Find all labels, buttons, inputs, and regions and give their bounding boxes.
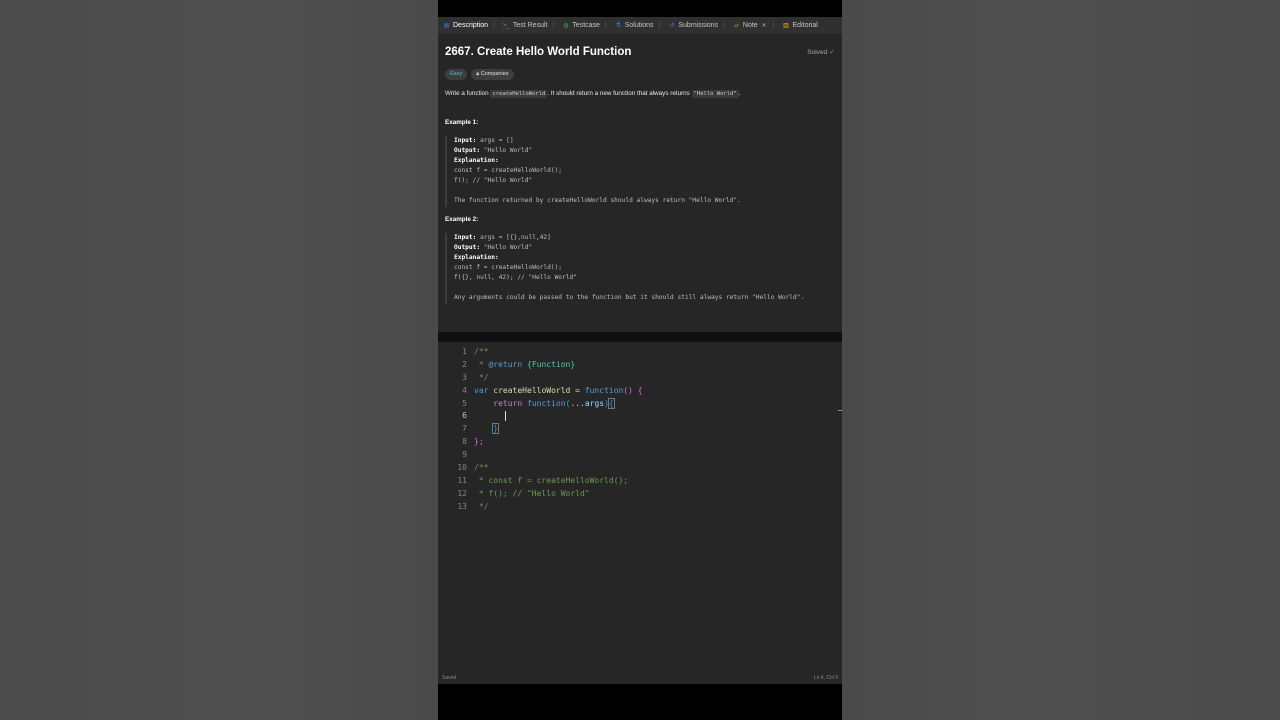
book-icon: ▥: [783, 23, 789, 29]
line-number-gutter: 1 2 3 4 5 6 7 8 9 10 11 12 13: [438, 346, 467, 514]
example-explanation-label: Explanation:: [454, 157, 499, 165]
tab-label: Submissions: [678, 22, 719, 29]
title-row: 2667. Create Hello World Function Solved…: [445, 46, 835, 58]
companies-label: Companies: [480, 71, 509, 77]
description-panel: 2667. Create Hello World Function Solved…: [438, 34, 842, 332]
history-icon: ↺: [669, 23, 675, 29]
example-note: The function returned by createHelloWorl…: [454, 197, 741, 205]
solved-status: Solved ✓: [807, 48, 835, 57]
tab-separator: |: [604, 22, 607, 29]
example-output: Output: "Hello World": [454, 244, 533, 252]
example-code-line: const f = createHelloWorld();: [454, 264, 563, 272]
tab-label: Description: [453, 22, 489, 29]
cursor-position: Ln 6, Col 9: [813, 675, 838, 681]
code-line[interactable]: */: [474, 501, 834, 514]
example-title: Example 1:: [445, 119, 479, 126]
flask-icon: ⚗: [615, 23, 621, 29]
badge-row: Easy 🔒︎ Companies: [445, 69, 514, 80]
tab-separator: |: [493, 22, 495, 29]
tab-label: Testcase: [572, 22, 600, 29]
line-number: 8: [462, 437, 467, 447]
note-icon: ▱: [734, 23, 739, 29]
example-note: Any arguments could be passed to the fun…: [454, 294, 805, 302]
tab-separator: |: [723, 22, 725, 29]
inline-code: createHelloWorld: [490, 90, 548, 98]
code-line[interactable]: return function(...args){: [474, 397, 834, 411]
line-number: 4: [462, 385, 467, 395]
code-line[interactable]: */: [474, 372, 834, 385]
line-number: 1: [462, 347, 467, 356]
line-number: 7: [462, 424, 467, 434]
statement-text: Write a function: [445, 90, 491, 97]
statement-text: .: [738, 90, 741, 97]
example-input: Input: args = [{},null,42]: [454, 234, 551, 241]
tab-submissions[interactable]: ↺ Submissions |: [668, 22, 725, 29]
tab-label: Test Result: [512, 22, 548, 29]
tab-separator: |: [658, 22, 661, 29]
tab-testcase[interactable]: ◍ Testcase |: [562, 22, 607, 29]
tab-bar: ▤ Description | >_ Test Result | ◍ Testc…: [438, 17, 842, 34]
line-number-current: 6: [462, 411, 467, 421]
line-number: 5: [462, 398, 467, 408]
example-code-line: f({}, null, 42); // "Hello World": [454, 274, 577, 282]
check-circle-icon: ◍: [563, 23, 569, 29]
statement-text: . It should return a new function that a…: [547, 90, 692, 97]
line-number: 12: [457, 488, 467, 498]
example-code-line: const f = createHelloWorld();: [454, 167, 563, 175]
example-title: Example 2:: [445, 216, 479, 223]
tab-label: Editorial: [792, 22, 818, 29]
difficulty-badge: Easy: [445, 69, 468, 80]
code-line[interactable]: * f(); // "Hello World": [474, 488, 834, 501]
check-circle-icon: ✓: [829, 49, 835, 56]
code-line[interactable]: var createHelloWorld = function() {: [474, 385, 834, 398]
tab-label: Note: [742, 22, 758, 29]
example-code-line: f(); // "Hello World": [454, 177, 533, 185]
line-number: 2: [462, 359, 467, 369]
scrollbar-marker[interactable]: [838, 410, 842, 411]
terminal-icon: >_: [502, 22, 510, 29]
problem-title[interactable]: 2667. Create Hello World Function: [445, 46, 631, 58]
code-line[interactable]: /**: [474, 462, 834, 475]
panel-resize-handle[interactable]: [438, 332, 842, 342]
close-icon[interactable]: ✕: [761, 22, 768, 29]
text-cursor: [505, 410, 507, 421]
code-lines[interactable]: /** * @return {Function} */ var createHe…: [474, 346, 834, 514]
solved-label: Solved: [807, 48, 828, 56]
code-line[interactable]: }: [474, 423, 834, 436]
code-line[interactable]: * const f = createHelloWorld();: [474, 475, 834, 488]
line-number: 10: [457, 463, 467, 473]
editor-status-bar: Saved Ln 6, Col 9: [438, 672, 842, 684]
app-frame: ▤ Description | >_ Test Result | ◍ Testc…: [438, 0, 842, 720]
line-number: 11: [457, 475, 467, 485]
tab-note[interactable]: ▱ Note ✕ |: [733, 22, 775, 29]
tab-separator: |: [552, 22, 555, 29]
problem-statement: Write a function createHelloWorld. It sh…: [445, 90, 835, 98]
code-editor[interactable]: 1 2 3 4 5 6 7 8 9 10 11 12 13 /** * @ret…: [438, 342, 842, 684]
code-line[interactable]: /**: [474, 346, 834, 359]
example-block: Input: args = [] Output: "Hello World" E…: [445, 136, 839, 207]
example-explanation-label: Explanation:: [454, 254, 499, 262]
example-block: Input: args = [{},null,42] Output: "Hell…: [445, 233, 839, 304]
tab-description[interactable]: ▤ Description |: [443, 22, 495, 29]
line-number: 9: [462, 450, 467, 460]
code-line[interactable]: [474, 449, 834, 462]
inline-code: "Hello World": [691, 90, 739, 98]
code-line[interactable]: };: [474, 436, 834, 449]
code-line-current[interactable]: [474, 410, 834, 423]
tab-editorial[interactable]: ▥ Editorial: [783, 22, 818, 29]
save-status: Saved: [442, 675, 457, 681]
example-output: Output: "Hello World": [454, 147, 533, 155]
tab-separator: |: [772, 22, 775, 29]
doc-icon: ▤: [443, 23, 450, 29]
tab-label: Solutions: [624, 22, 654, 29]
lock-icon: 🔒︎: [476, 71, 480, 77]
example-input: Input: args = []: [454, 137, 514, 144]
line-number: 13: [457, 501, 467, 511]
code-line[interactable]: * @return {Function}: [474, 359, 834, 372]
tab-test-result[interactable]: >_ Test Result |: [503, 22, 554, 29]
companies-button[interactable]: 🔒︎ Companies: [471, 69, 514, 80]
tab-solutions[interactable]: ⚗ Solutions |: [615, 22, 661, 29]
line-number: 3: [462, 372, 467, 382]
